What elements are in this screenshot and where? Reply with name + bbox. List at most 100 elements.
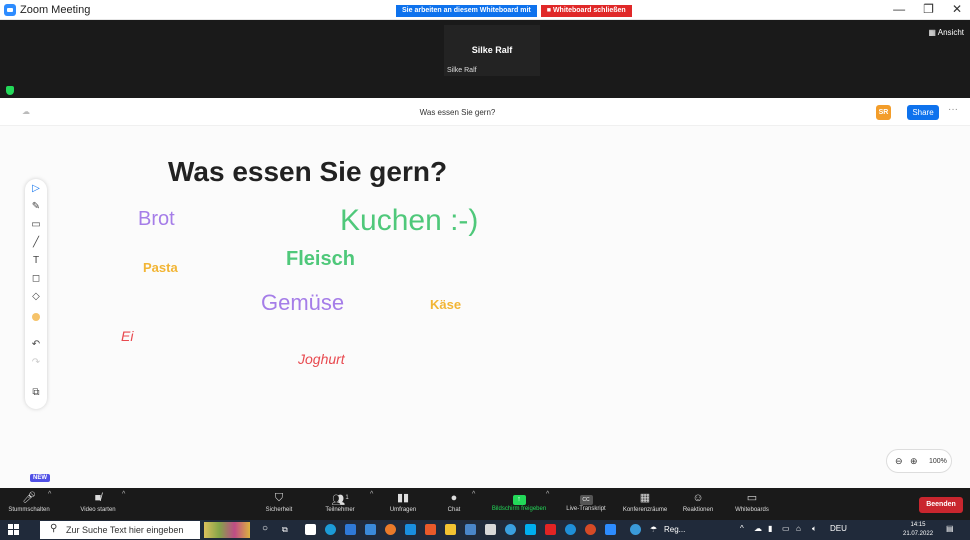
- chat-icon: ●: [450, 492, 458, 504]
- more-options-button[interactable]: ···: [948, 104, 958, 115]
- cloud-sync-icon[interactable]: ☁: [754, 524, 762, 533]
- user-avatar[interactable]: SR: [876, 105, 891, 120]
- close-window-button[interactable]: ✕: [952, 2, 962, 16]
- mail-icon[interactable]: [405, 524, 416, 535]
- whiteboard-canvas[interactable]: Was essen Sie gern? Brot Kuchen :-) Past…: [0, 126, 970, 488]
- select-tool-icon[interactable]: ▷: [25, 183, 47, 195]
- breakout-rooms-icon: ▦: [639, 492, 651, 504]
- powerpoint-icon[interactable]: [585, 524, 596, 535]
- word-pasta[interactable]: Pasta: [143, 260, 178, 275]
- pages-icon[interactable]: ⧉: [25, 387, 47, 399]
- shape-tool-icon[interactable]: ▭: [25, 219, 47, 231]
- canvas-heading[interactable]: Was essen Sie gern?: [168, 156, 447, 188]
- help-icon[interactable]: [630, 524, 641, 535]
- chevron-up-icon[interactable]: ^: [472, 491, 475, 498]
- restore-button[interactable]: ❐: [923, 2, 934, 16]
- participants-icon: 👥︎1: [331, 494, 349, 507]
- share-button[interactable]: Share: [907, 105, 939, 120]
- edge-icon[interactable]: [325, 524, 336, 535]
- app-icon-blue[interactable]: [465, 524, 476, 535]
- whiteboards-button[interactable]: ▭ Whiteboards: [730, 488, 774, 520]
- chevron-up-icon[interactable]: ^: [122, 491, 125, 498]
- participant-name-large: Silke Ralf: [471, 45, 513, 55]
- amazon-icon[interactable]: [305, 524, 316, 535]
- participants-button[interactable]: 👥︎1 Teilnehmer ^: [318, 488, 373, 520]
- security-tray-icon[interactable]: ▮: [768, 524, 772, 533]
- video-strip: Silke Ralf Silke Ralf ▦ Ansicht: [0, 20, 970, 98]
- word-gemuese[interactable]: Gemüse: [261, 290, 344, 316]
- whiteboard-icon: ▭: [746, 492, 758, 504]
- word-kuchen[interactable]: Kuchen :-): [340, 204, 478, 238]
- zoom-taskbar-icon[interactable]: [605, 524, 616, 535]
- cc-icon: CC: [579, 495, 593, 505]
- weather-label[interactable]: Reg...: [664, 525, 685, 534]
- skype-icon[interactable]: [525, 524, 536, 535]
- new-badge: NEW: [30, 474, 50, 482]
- zoom-out-icon[interactable]: ⊖: [895, 456, 903, 467]
- word-joghurt[interactable]: Joghurt: [298, 351, 345, 367]
- folder-icon[interactable]: [445, 524, 456, 535]
- security-button[interactable]: ⛉ Sicherheit: [258, 488, 300, 520]
- polls-label: Umfragen: [389, 507, 417, 513]
- task-view-icon[interactable]: ⧉: [282, 525, 288, 535]
- zoom-in-icon[interactable]: ⊕: [910, 456, 918, 467]
- search-highlight-image[interactable]: [204, 522, 250, 538]
- window-title: Zoom Meeting: [20, 4, 91, 16]
- network-icon[interactable]: ⌂: [796, 524, 801, 533]
- color-picker-icon[interactable]: [32, 313, 40, 321]
- store-icon[interactable]: [365, 524, 376, 535]
- view-button[interactable]: ▦ Ansicht: [928, 28, 964, 37]
- word-ei[interactable]: Ei: [121, 328, 133, 344]
- chat-label: Chat: [447, 507, 461, 513]
- app-icon-globe[interactable]: [565, 524, 576, 535]
- taskbar-search-box[interactable]: ⚲ Zur Suche Text hier eingeben: [40, 521, 200, 539]
- close-whiteboard-button[interactable]: ■ Whiteboard schließen: [540, 5, 632, 17]
- start-video-button[interactable]: ■̸ Video starten ^: [66, 488, 130, 520]
- word-fleisch[interactable]: Fleisch: [286, 248, 355, 271]
- breakout-rooms-button[interactable]: ▦ Konferenzräume: [616, 488, 674, 520]
- word-brot[interactable]: Brot: [138, 208, 175, 231]
- mute-label: Stummschalten: [8, 507, 50, 513]
- app-icon-cyan[interactable]: [505, 524, 516, 535]
- text-tool-icon[interactable]: T: [25, 255, 47, 267]
- word-kaese[interactable]: Käse: [430, 297, 461, 312]
- chevron-up-icon[interactable]: ^: [48, 491, 51, 498]
- reactions-button[interactable]: ☺ Reaktionen: [678, 488, 718, 520]
- acrobat-icon[interactable]: [545, 524, 556, 535]
- battery-icon[interactable]: ▭: [782, 524, 790, 533]
- share-screen-button[interactable]: ↑ Bildschirm freigeben ^: [484, 488, 554, 520]
- breakout-label: Konferenzräume: [622, 507, 668, 513]
- windows-start-icon[interactable]: [8, 524, 20, 536]
- tray-chevron-icon[interactable]: ^: [740, 524, 744, 533]
- polls-button[interactable]: ▮▮ Umfragen: [384, 488, 422, 520]
- transcript-button[interactable]: CC Live-Transkript: [560, 488, 612, 520]
- mute-button[interactable]: 🎤︎ Stummschalten ^: [2, 488, 56, 520]
- minimize-button[interactable]: —: [893, 2, 905, 16]
- sticky-note-tool-icon[interactable]: ◻: [25, 273, 47, 285]
- chevron-up-icon[interactable]: ^: [546, 491, 549, 498]
- encryption-shield-icon[interactable]: [6, 86, 14, 95]
- cortana-icon[interactable]: ○: [262, 523, 268, 534]
- language-indicator[interactable]: DEU: [830, 524, 847, 533]
- line-tool-icon[interactable]: ╱: [25, 237, 47, 249]
- zoom-control: ⊖ ⊕ 100%: [886, 449, 952, 473]
- polls-icon: ▮▮: [396, 492, 410, 504]
- dropbox-icon[interactable]: [345, 524, 356, 535]
- firefox-icon[interactable]: [385, 524, 396, 535]
- notifications-icon[interactable]: ▤: [946, 524, 954, 533]
- undo-icon[interactable]: ↶: [25, 339, 47, 351]
- redo-icon[interactable]: ↷: [25, 357, 47, 369]
- clock[interactable]: 14:15 21.07.2022: [903, 521, 933, 539]
- whiteboard-title: Was essen Sie gern?: [419, 108, 496, 117]
- pen-tool-icon[interactable]: ✎: [25, 201, 47, 213]
- app-icon-orange[interactable]: [425, 524, 436, 535]
- transcript-label: Live-Transkript: [566, 506, 606, 512]
- chevron-up-icon[interactable]: ^: [370, 491, 373, 498]
- app-icon-grey[interactable]: [485, 524, 496, 535]
- end-meeting-button[interactable]: Beenden: [919, 497, 963, 513]
- eraser-tool-icon[interactable]: ◇: [25, 291, 47, 303]
- participant-video-tile[interactable]: Silke Ralf Silke Ralf: [444, 25, 540, 76]
- meeting-controls: 🎤︎ Stummschalten ^ ■̸ Video starten ^ ⛉ …: [0, 488, 970, 520]
- volume-icon[interactable]: 🔈︎: [812, 524, 817, 534]
- chat-button[interactable]: ● Chat ^: [440, 488, 476, 520]
